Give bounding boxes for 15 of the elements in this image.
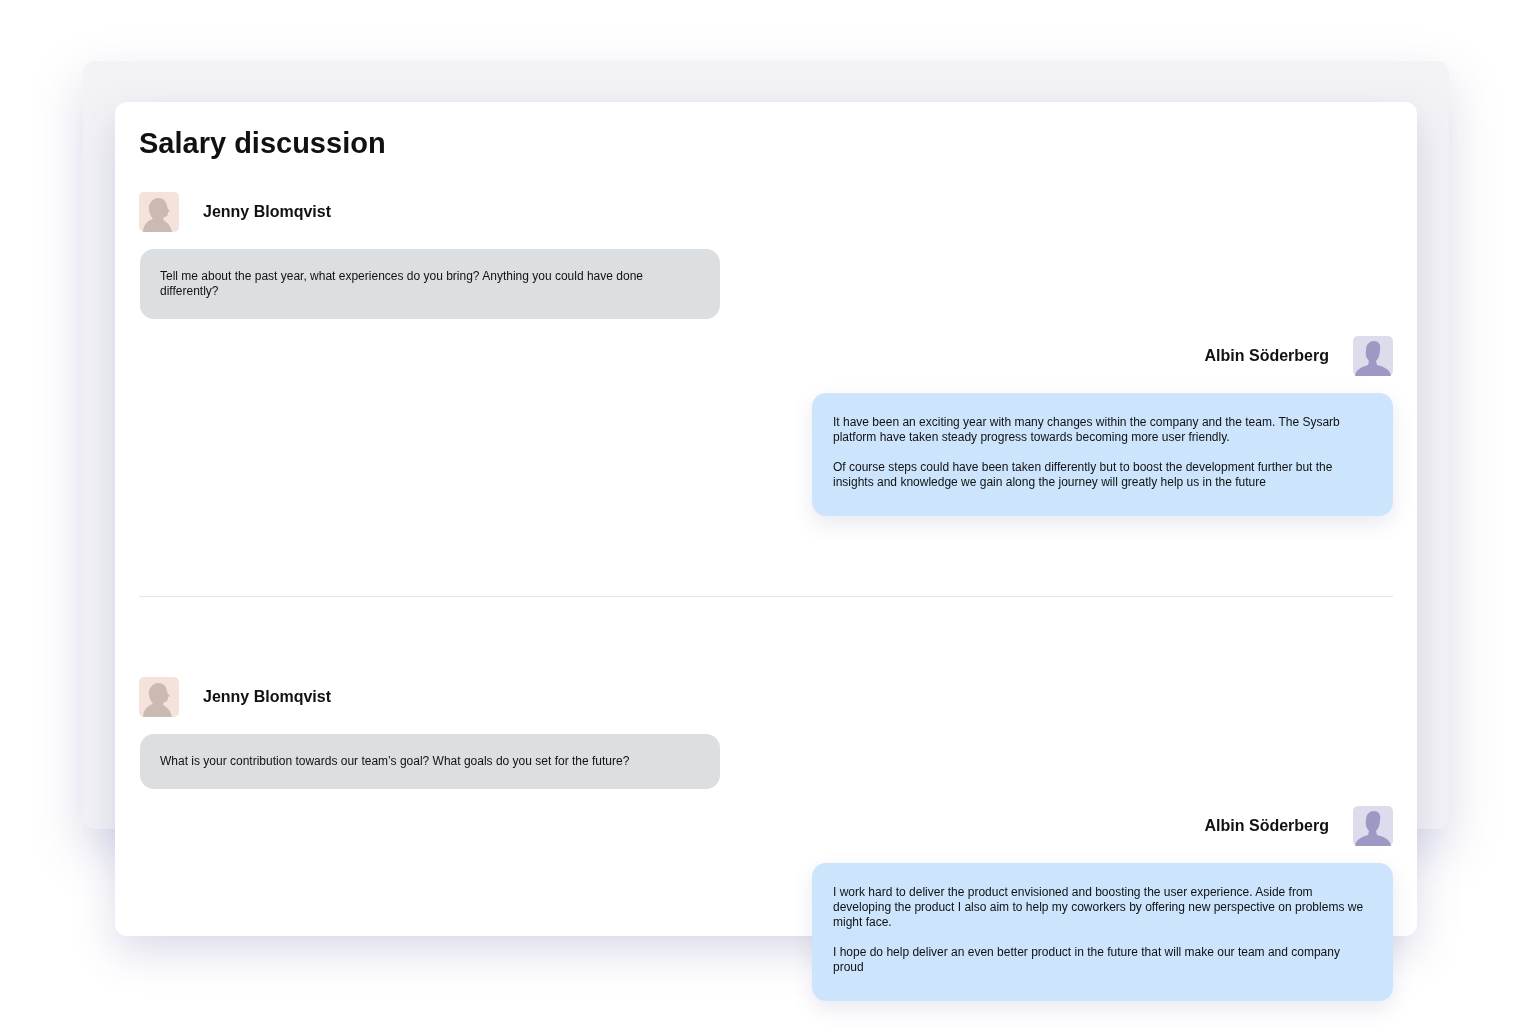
message-text: It have been an exciting year with many changes within the company and the team. The Sysarb platform have taken steady progress towards becoming more user friendly. xyxy=(833,415,1341,445)
avatar-icon xyxy=(139,677,179,717)
avatar-icon xyxy=(1353,806,1393,846)
message-text: Tell me about the past year, what experiences do you bring? Anything you could have done differently? xyxy=(160,269,644,299)
author-name: Albin Söderberg xyxy=(1204,347,1329,365)
message-text: I work hard to deliver the product envisioned and boosting the user experience. Aside from developing the product I also aim to help my coworkers by offering new perspective on problems we might face. xyxy=(833,885,1365,930)
author-name: Jenny Blomqvist xyxy=(203,203,332,221)
page-title: Salary discussion xyxy=(139,126,387,160)
message-text: Of course steps could have been taken differently but to boost the development further but the insights and knowledge we gain along the journey will greatly help us in the future xyxy=(833,460,1334,490)
message-text: I hope do help deliver an even better product in the future that will make our team and company proud xyxy=(833,945,1341,975)
avatar-icon xyxy=(1353,336,1393,376)
author-name: Jenny Blomqvist xyxy=(203,688,332,706)
avatar-icon xyxy=(139,192,179,232)
author-name: Albin Söderberg xyxy=(1204,817,1329,835)
message-text: What is your contribution towards our team’s goal? What goals do you set for the future? xyxy=(160,754,631,769)
